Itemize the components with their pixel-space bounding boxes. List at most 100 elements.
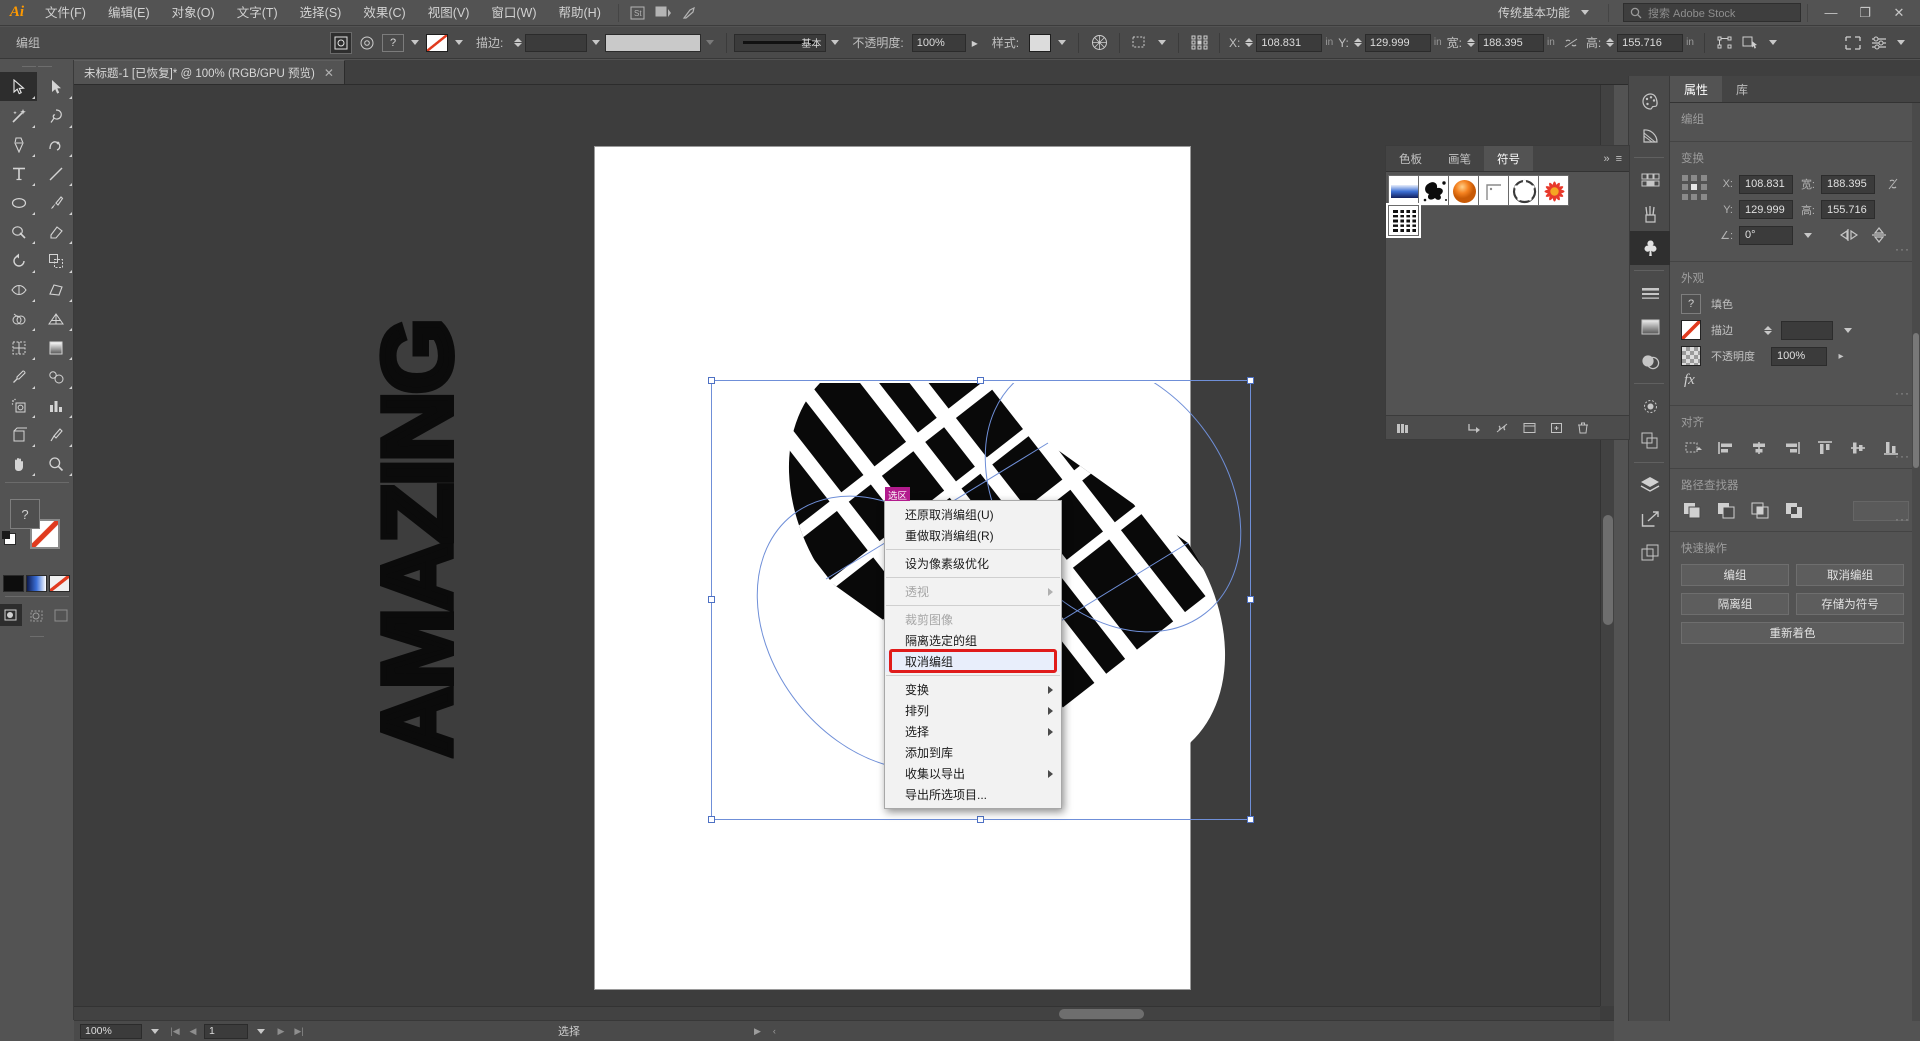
- pathfinder-more-options[interactable]: ···: [1895, 512, 1910, 526]
- width-tool[interactable]: [0, 275, 37, 304]
- width-input[interactable]: 188.395: [1478, 34, 1544, 52]
- artboard-tool[interactable]: [0, 420, 37, 449]
- tab-symbols[interactable]: 符号: [1484, 146, 1533, 171]
- menu-file[interactable]: 文件(F): [34, 0, 97, 26]
- first-artboard-button[interactable]: |◀: [168, 1024, 182, 1039]
- symbol-sprayer-tool[interactable]: [0, 391, 37, 420]
- appearance-stroke-stepper[interactable]: [1764, 326, 1772, 335]
- appearance-opacity-input[interactable]: 100%: [1771, 347, 1827, 366]
- selection-handle-top-left[interactable]: [708, 377, 715, 384]
- symbol-options-icon[interactable]: [1523, 422, 1536, 434]
- stroke-weight-input[interactable]: [525, 34, 587, 52]
- perspective-grid-tool[interactable]: [37, 304, 74, 333]
- color-mode-gradient-icon[interactable]: [26, 575, 47, 592]
- tab-properties[interactable]: 属性: [1670, 76, 1722, 102]
- stroke-profile-select[interactable]: 基本: [734, 34, 826, 52]
- arrange-documents-icon[interactable]: [651, 3, 677, 23]
- scale-tool[interactable]: [37, 246, 74, 275]
- screen-mode-icon[interactable]: [51, 604, 73, 626]
- pathfinder-exclude-icon[interactable]: [1783, 501, 1807, 521]
- context-menu-item-transform[interactable]: 变换: [885, 679, 1061, 700]
- quick-action-icon[interactable]: [1740, 32, 1762, 54]
- column-graph-tool[interactable]: [37, 391, 74, 420]
- selection-handle-top-center[interactable]: [977, 377, 984, 384]
- tab-brushes[interactable]: 画笔: [1435, 146, 1484, 171]
- canvas-vertical-scroll-thumb[interactable]: [1603, 515, 1613, 625]
- ungroup-button[interactable]: 取消编组: [1796, 564, 1904, 586]
- bridge-icon[interactable]: St: [625, 3, 651, 23]
- stroke-chevron-down-icon[interactable]: [455, 40, 463, 45]
- context-menu-item-redo-ungroup[interactable]: 重做取消编组(R): [885, 525, 1061, 546]
- stroke-style-input[interactable]: [605, 34, 701, 52]
- align-to-selection-icon[interactable]: [1681, 438, 1705, 458]
- fx-icon[interactable]: fx: [1681, 372, 1695, 389]
- zoom-chevron-down-icon[interactable]: [151, 1029, 159, 1034]
- recolor-button[interactable]: 重新着色: [1681, 622, 1904, 644]
- transparency-panel-icon[interactable]: [1629, 344, 1671, 378]
- appearance-stroke-weight-input[interactable]: [1781, 321, 1833, 340]
- rotate-tool[interactable]: [0, 246, 37, 275]
- menu-effect[interactable]: 效果(C): [352, 0, 416, 26]
- line-segment-tool[interactable]: [37, 159, 74, 188]
- blend-tool[interactable]: [37, 362, 74, 391]
- pathfinder-panel-icon[interactable]: [1629, 423, 1671, 457]
- lasso-tool[interactable]: [37, 101, 74, 130]
- align-center-horizontal-icon[interactable]: [1747, 438, 1771, 458]
- canvas-area[interactable]: AMAZING: [74, 85, 1614, 1020]
- free-transform-tool[interactable]: [37, 275, 74, 304]
- status-menu-icon[interactable]: ‹: [773, 1026, 776, 1037]
- fill-color-swatch[interactable]: ?: [382, 34, 404, 52]
- context-menu-item-undo-ungroup[interactable]: 还原取消编组(U): [885, 504, 1061, 525]
- height-stepper[interactable]: [1606, 38, 1614, 47]
- width-stepper[interactable]: [1467, 38, 1475, 47]
- ellipse-tool[interactable]: [0, 188, 37, 217]
- transform-panel-icon[interactable]: [1714, 32, 1736, 54]
- hand-tool[interactable]: [0, 449, 37, 478]
- shape-builder-tool[interactable]: [0, 304, 37, 333]
- constrain-proportions-icon[interactable]: [1560, 32, 1582, 54]
- fill-chevron-down-icon[interactable]: [411, 40, 419, 45]
- context-menu-item-select[interactable]: 选择: [885, 721, 1061, 742]
- tab-swatches[interactable]: 色板: [1386, 146, 1435, 171]
- target-icon[interactable]: [356, 32, 378, 54]
- next-artboard-button[interactable]: ▶: [274, 1024, 288, 1039]
- x-stepper[interactable]: [1245, 38, 1253, 47]
- context-menu-item-arrange[interactable]: 排列: [885, 700, 1061, 721]
- shaper-tool[interactable]: [0, 217, 37, 246]
- group-button[interactable]: 编组: [1681, 564, 1789, 586]
- preferences-icon[interactable]: [1868, 32, 1890, 54]
- magic-wand-tool[interactable]: [0, 101, 37, 130]
- artboards-panel-icon[interactable]: [1629, 536, 1671, 570]
- select-similar-chevron-icon[interactable]: [1158, 40, 1166, 45]
- appearance-more-options[interactable]: ···: [1895, 386, 1910, 400]
- break-link-icon[interactable]: [1495, 422, 1509, 434]
- color-guide-icon[interactable]: [1629, 118, 1671, 152]
- opacity-expand-icon[interactable]: ▸: [1833, 346, 1849, 366]
- symbol-rope-ring[interactable]: [1508, 175, 1539, 206]
- last-artboard-button[interactable]: ▶|: [292, 1024, 306, 1039]
- mesh-tool[interactable]: [0, 333, 37, 362]
- symbols-panel-icon[interactable]: [1629, 231, 1671, 265]
- prop-angle-input[interactable]: 0°: [1739, 226, 1793, 245]
- stock-search-input[interactable]: 搜索 Adobe Stock: [1623, 3, 1801, 22]
- opacity-expand-icon[interactable]: ▸: [968, 32, 982, 54]
- symbol-libraries-icon[interactable]: [1396, 422, 1410, 434]
- link-proportions-icon[interactable]: [1881, 174, 1905, 194]
- context-menu-item-isolate-selected-group[interactable]: 隔离选定的组: [885, 630, 1061, 651]
- color-panel-icon[interactable]: [1629, 84, 1671, 118]
- style-chevron-down-icon[interactable]: [1058, 40, 1066, 45]
- artboard-number-input[interactable]: 1: [204, 1024, 248, 1039]
- appearance-panel-icon[interactable]: [1629, 389, 1671, 423]
- appearance-fill-swatch[interactable]: ?: [1681, 294, 1701, 314]
- status-play-icon[interactable]: ▶: [754, 1026, 761, 1037]
- symbol-orange-sphere[interactable]: [1448, 175, 1479, 206]
- document-setup-icon[interactable]: [1842, 32, 1864, 54]
- properties-scrollbar[interactable]: [1912, 103, 1920, 1021]
- menu-window[interactable]: 窗口(W): [480, 0, 547, 26]
- default-fill-stroke-icon[interactable]: [4, 533, 16, 545]
- align-top-icon[interactable]: [1813, 438, 1837, 458]
- symbol-gradient-bar[interactable]: [1388, 175, 1419, 206]
- isolate-group-button[interactable]: 隔离组: [1681, 593, 1789, 615]
- prop-width-input[interactable]: 188.395: [1821, 175, 1875, 194]
- y-input[interactable]: 129.999: [1365, 34, 1431, 52]
